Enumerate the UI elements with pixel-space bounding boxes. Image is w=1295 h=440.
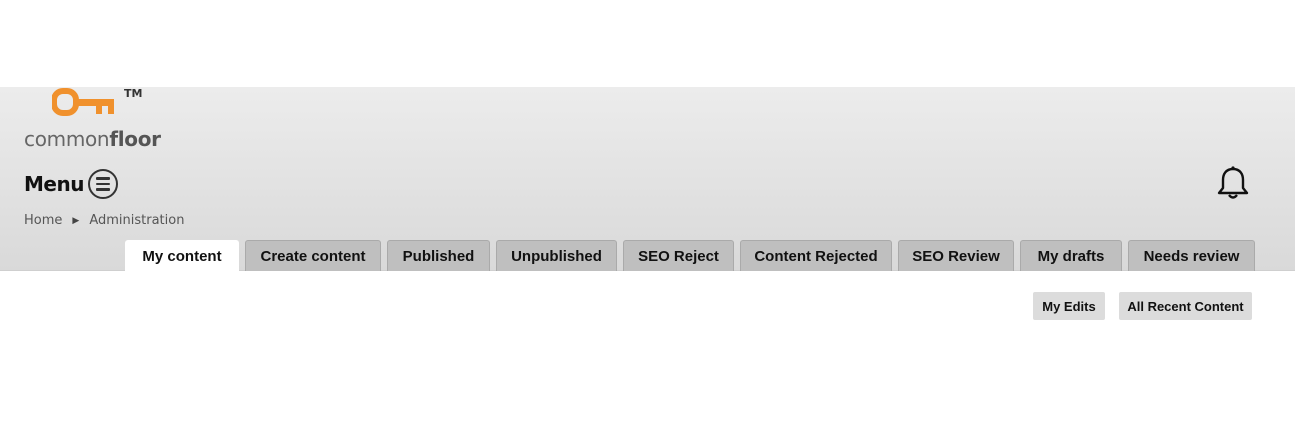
breadcrumb-administration[interactable]: Administration [89,213,184,228]
menu-label: Menu [24,172,84,196]
all-recent-content-button[interactable]: All Recent Content [1119,292,1252,320]
tab-create-content[interactable]: Create content [245,240,381,271]
site-header: TM commonfloor Menu Home ▶ Administratio… [0,87,1295,272]
logo-wordmark-bold: floor [109,127,161,151]
tab-seo-review[interactable]: SEO Review [898,240,1014,271]
breadcrumb-separator-icon: ▶ [72,215,80,226]
tab-unpublished[interactable]: Unpublished [496,240,617,271]
my-edits-button[interactable]: My Edits [1033,292,1105,320]
tab-my-drafts[interactable]: My drafts [1020,240,1122,271]
bell-icon[interactable] [1216,165,1250,201]
tab-seo-reject[interactable]: SEO Reject [623,240,734,271]
breadcrumb: Home ▶ Administration [24,213,184,228]
tab-my-content[interactable]: My content [125,240,239,272]
commonfloor-logo[interactable]: TM commonfloor [24,87,164,151]
content-tabs: My content Create content Published Unpu… [125,240,1255,272]
tab-content-rejected[interactable]: Content Rejected [740,240,892,271]
trademark-symbol: TM [124,87,143,100]
tab-published[interactable]: Published [387,240,490,271]
breadcrumb-home[interactable]: Home [24,213,62,228]
menu-toggle[interactable]: Menu [24,169,118,199]
key-logo-icon [52,88,114,116]
tab-needs-review[interactable]: Needs review [1128,240,1255,271]
logo-wordmark-light: common [24,127,110,151]
logo-wordmark: commonfloor [24,127,161,151]
hamburger-circle-icon[interactable] [87,169,118,199]
